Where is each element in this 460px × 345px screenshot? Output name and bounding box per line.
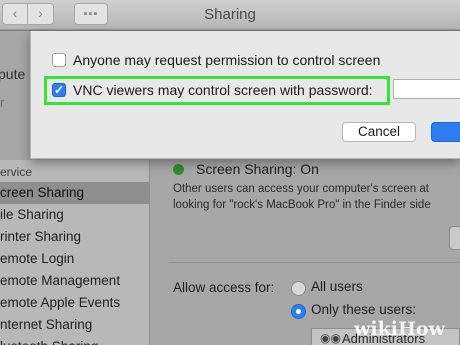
cancel-button[interactable]: Cancel [342, 122, 416, 142]
request-permission-label: Anyone may request permission to control… [73, 52, 381, 68]
all-users-radio[interactable] [291, 281, 306, 296]
request-permission-checkbox[interactable] [52, 53, 66, 67]
divider [169, 262, 460, 263]
vnc-password-field[interactable] [393, 79, 460, 99]
service-list: ervice creen Sharing ile Sharing rinter … [0, 160, 150, 345]
service-bluetooth-sharing[interactable]: luetooth Sharing [0, 336, 149, 345]
wikihow-watermark: wikiHow [354, 318, 445, 340]
only-these-users-label: Only these users: [311, 302, 417, 317]
window-title: Sharing [204, 6, 256, 23]
only-these-users-radio[interactable] [291, 304, 306, 319]
status-text: Screen Sharing: On [196, 161, 319, 177]
computer-settings-button[interactable] [449, 226, 460, 250]
status-indicator-icon [173, 164, 184, 175]
service-column-header: ervice [0, 165, 33, 179]
ok-button[interactable] [431, 122, 460, 142]
allow-access-label: Allow access for: [173, 280, 275, 295]
description-line-2: looking for "rock's MacBook Pro" in the … [173, 199, 431, 211]
description-line-1: Other users can access your computer's s… [173, 183, 429, 195]
service-remote-apple-events[interactable]: emote Apple Events [0, 292, 149, 314]
all-users-label: All users [311, 279, 363, 294]
computer-name-sub: r [0, 95, 5, 110]
group-icon: ◉◉ [320, 331, 341, 345]
service-remote-management[interactable]: emote Management [0, 270, 149, 292]
service-file-sharing[interactable]: ile Sharing [0, 204, 149, 226]
computer-name-label: pute [0, 66, 26, 82]
highlight-box [44, 76, 390, 105]
service-internet-sharing[interactable]: nternet Sharing [0, 314, 149, 336]
service-remote-login[interactable]: emote Login [0, 248, 149, 270]
service-printer-sharing[interactable]: rinter Sharing [0, 226, 149, 248]
title-bar: ‹ › ▪▪▪ Sharing [0, 0, 460, 30]
service-screen-sharing[interactable]: creen Sharing [0, 182, 149, 204]
